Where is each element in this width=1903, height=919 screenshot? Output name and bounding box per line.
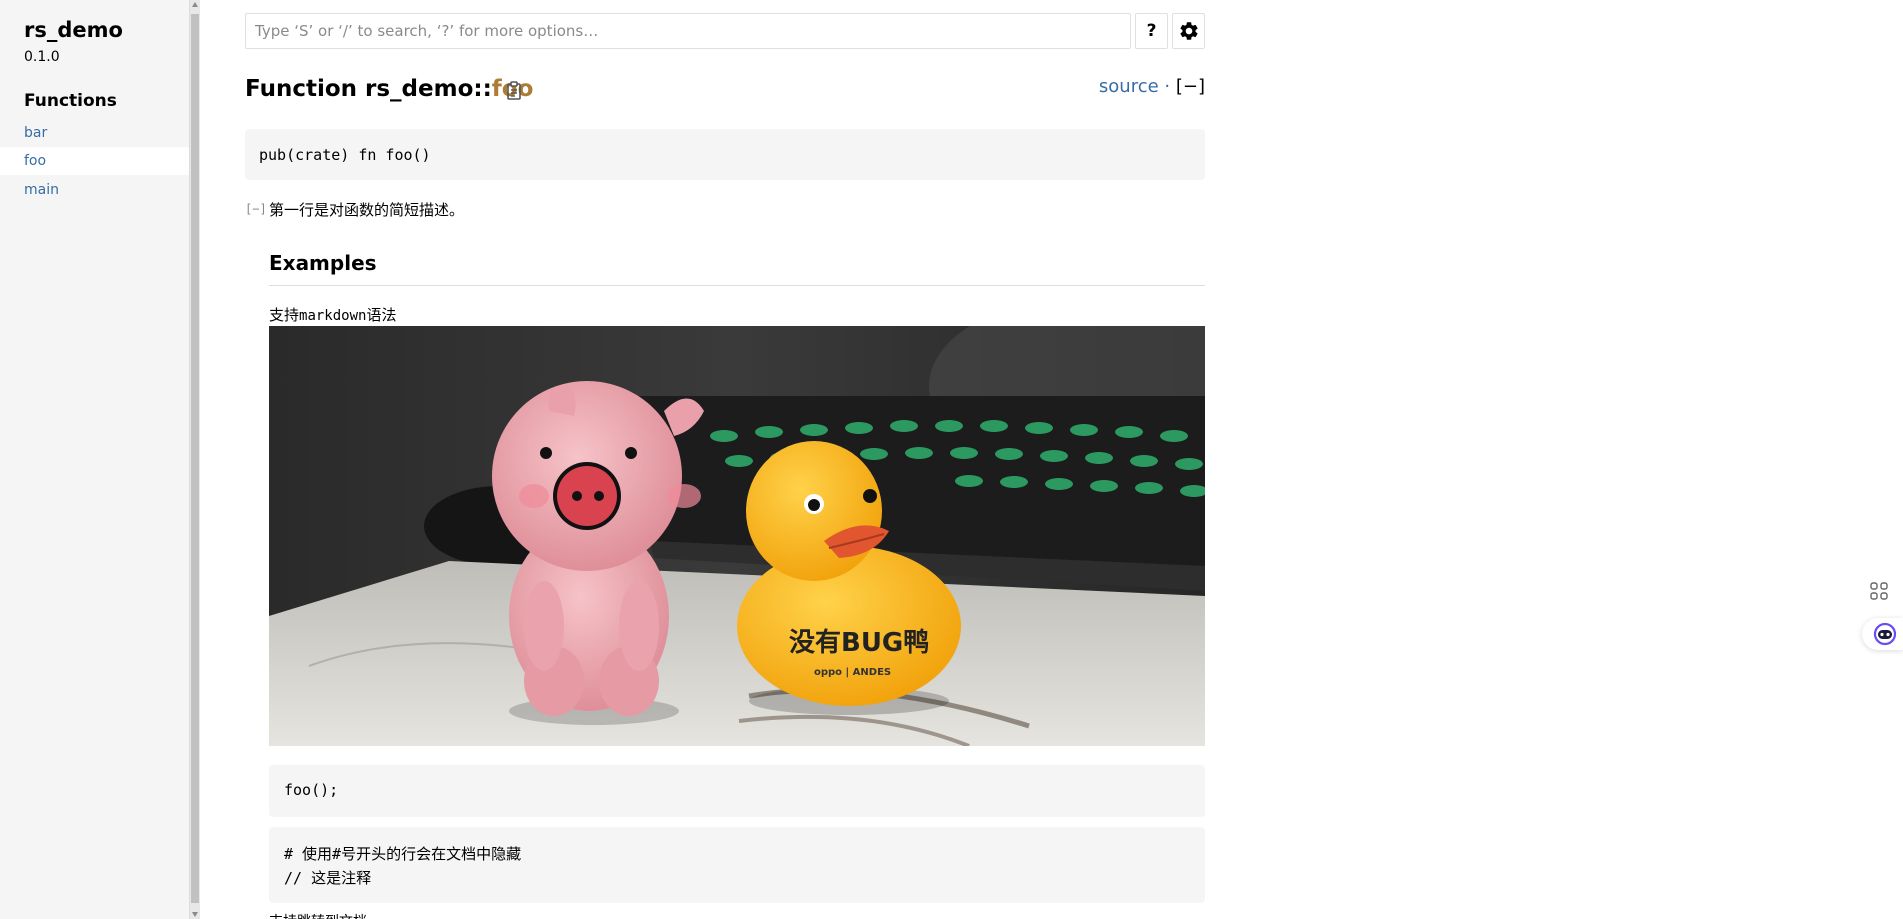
settings-button[interactable] [1172,13,1205,49]
out-of-band: source · [−] [1099,76,1205,97]
doc-partial-line: 支持跳转到文档 [269,911,367,919]
scroll-down-arrow-icon[interactable] [192,912,198,917]
examples-heading[interactable]: Examples [269,251,377,275]
md-code: markdown [299,308,367,324]
separator: · [1158,76,1176,97]
clipboard-icon[interactable] [505,81,523,101]
sidebar-heading-functions[interactable]: Functions [24,91,117,111]
page-title: Function rs_demo::foo [245,76,533,102]
sidebar-item-main[interactable]: main [0,176,189,204]
example-code-block-2: # 使用#号开头的行会在文档中隐藏 // 这是注释 [269,827,1205,903]
help-button[interactable]: ? [1135,13,1168,49]
grid-icon[interactable] [1866,578,1892,604]
title-prefix: Function rs_demo:: [245,76,492,102]
crate-name[interactable]: rs_demo [24,18,123,42]
toggle-all-docs[interactable]: [−] [1176,76,1205,97]
md-prefix: 支持 [269,306,300,324]
code-line-hidden-comment: # 使用#号开头的行会在文档中隐藏 [284,845,522,863]
sidebar: rs_demo 0.1.0 Functions bar foo main [0,0,189,919]
crate-version: 0.1.0 [24,49,60,65]
scrollbar-thumb[interactable] [191,14,199,903]
code-line-comment: // 这是注释 [284,869,372,887]
heading-divider [269,285,1205,286]
collapse-toggle[interactable]: [−] [245,202,267,216]
md-suffix: 语法 [366,306,397,324]
example-code-block: foo(); [269,765,1205,817]
duck-print-text: 没有BUG鸭 [789,628,929,658]
source-link[interactable]: source [1099,76,1159,97]
sidebar-item-foo[interactable]: foo [0,147,189,175]
search-input[interactable] [245,13,1131,49]
example-photo: 没有BUG鸭 oppo | ANDES [269,326,1205,746]
function-signature: pub(crate) fn foo() [245,129,1205,180]
assistant-button[interactable] [1862,618,1903,650]
duck-brand-text: oppo | ANDES [814,667,891,678]
sidebar-scrollbar[interactable] [189,0,200,919]
gear-icon [1180,22,1198,40]
scroll-up-arrow-icon[interactable] [192,2,198,7]
sidebar-item-bar[interactable]: bar [0,119,189,147]
bot-icon [1873,622,1897,646]
doc-summary: 第一行是对函数的简短描述。 [269,201,465,219]
markdown-note: 支持markdown语法 [269,304,396,325]
